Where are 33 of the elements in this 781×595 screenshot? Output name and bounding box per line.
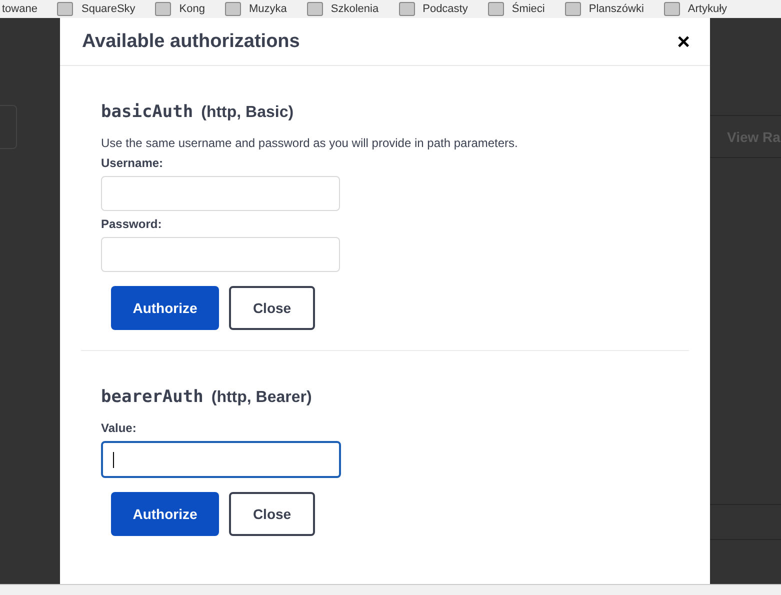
scheme-type: (http, Basic)	[201, 104, 294, 122]
bookmark[interactable]: Planszówki	[564, 2, 644, 16]
bookmark[interactable]: Szkolenia	[306, 2, 379, 16]
folder-icon	[664, 2, 680, 16]
bookmark[interactable]: towane	[2, 2, 38, 16]
folder-icon	[57, 2, 74, 16]
folder-icon	[225, 2, 241, 16]
bookmark[interactable]: Kong	[155, 2, 205, 16]
field-label: Value:	[101, 421, 138, 435]
folder-icon	[564, 2, 581, 16]
close-button[interactable]: ×	[677, 30, 690, 52]
bookmark[interactable]: Podcasty	[398, 2, 468, 16]
dialog-title: Available authorizations	[82, 30, 300, 52]
folder-icon	[155, 2, 172, 16]
authorize-button[interactable]: Authorize	[111, 286, 219, 330]
bookmark[interactable]: Śmieci	[488, 2, 545, 16]
folder-icon	[398, 2, 415, 16]
bookmark[interactable]: Muzyka	[225, 2, 287, 16]
authorize-button[interactable]: Authorize	[111, 492, 219, 536]
bookmark[interactable]: SquareSky	[57, 2, 136, 16]
folder-icon	[488, 2, 504, 16]
bookmark[interactable]: Artykuły	[664, 2, 728, 16]
scheme-name: basicAuth	[101, 102, 194, 122]
close-button[interactable]: Close	[229, 492, 315, 536]
scheme-name: bearerAuth	[101, 387, 204, 407]
input-field[interactable]	[101, 441, 341, 478]
scheme-type: (http, Bearer)	[211, 389, 312, 407]
field-label: Username:	[101, 156, 164, 170]
close-button[interactable]: Close	[229, 286, 315, 330]
folder-icon	[306, 2, 323, 16]
field-label: Password:	[101, 217, 163, 231]
text-cursor	[113, 452, 114, 468]
scheme-description: Use the same username and password as you will provide in path parameters.	[101, 136, 519, 150]
